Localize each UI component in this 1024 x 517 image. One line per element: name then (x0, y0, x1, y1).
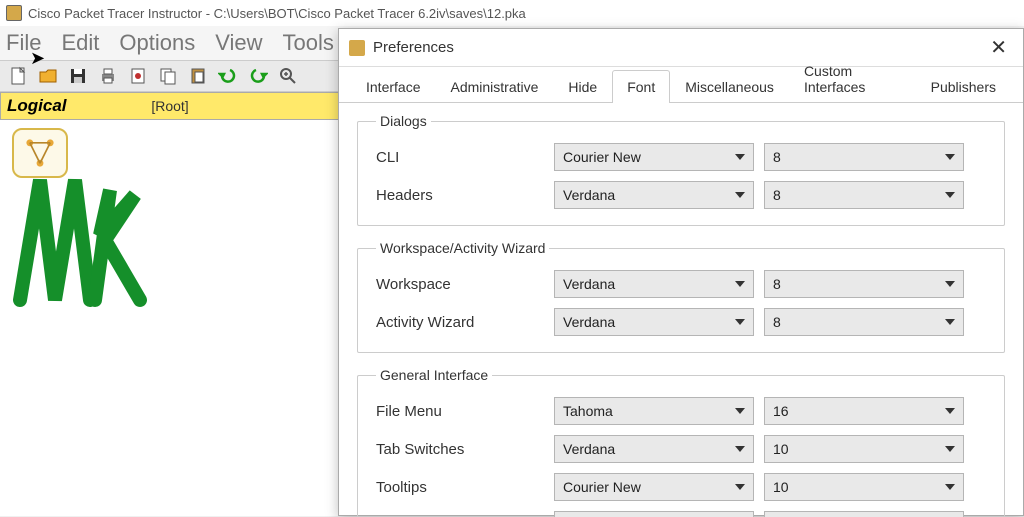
chevron-down-icon (945, 319, 955, 325)
select-button-labels-font[interactable]: Verdana (554, 511, 754, 517)
zoom-in-button[interactable] (274, 63, 302, 89)
select-activity-wizard-size[interactable]: 8 (764, 308, 964, 336)
select-cli-size[interactable]: 8 (764, 143, 964, 171)
dialog-titlebar[interactable]: Preferences ✕ (339, 29, 1023, 67)
row-cli: CLI Courier New 8 (376, 143, 986, 171)
menu-options[interactable]: Options (119, 30, 195, 56)
select-tab-switches-size[interactable]: 10 (764, 435, 964, 463)
chevron-down-icon (735, 319, 745, 325)
menu-edit[interactable]: Edit (61, 30, 99, 56)
chevron-down-icon (735, 281, 745, 287)
chevron-down-icon (735, 192, 745, 198)
menu-tools[interactable]: Tools (283, 30, 334, 56)
select-file-menu-size[interactable]: 16 (764, 397, 964, 425)
select-headers-font[interactable]: Verdana (554, 181, 754, 209)
select-button-labels-size[interactable]: 8 (764, 511, 964, 517)
tab-font[interactable]: Font (612, 70, 670, 103)
save-button[interactable] (64, 63, 92, 89)
main-titlebar: Cisco Packet Tracer Instructor - C:\User… (0, 0, 1024, 26)
tab-administrative[interactable]: Administrative (435, 70, 553, 103)
paste-button[interactable] (184, 63, 212, 89)
row-tab-switches: Tab Switches Verdana 10 (376, 435, 986, 463)
dialog-tabs: Interface Administrative Hide Font Misce… (339, 67, 1023, 103)
tab-logical-label: Logical (1, 96, 67, 116)
select-tooltips-size[interactable]: 10 (764, 473, 964, 501)
menu-file[interactable]: File (6, 30, 41, 56)
tab-custom-interfaces[interactable]: Custom Interfaces (789, 54, 916, 103)
select-cli-font[interactable]: Courier New (554, 143, 754, 171)
copy-button[interactable] (154, 63, 182, 89)
chevron-down-icon (735, 408, 745, 414)
legend-workspace-wizard: Workspace/Activity Wizard (376, 240, 549, 256)
label-tab-switches: Tab Switches (376, 441, 554, 458)
label-file-menu: File Menu (376, 403, 554, 420)
select-file-menu-font[interactable]: Tahoma (554, 397, 754, 425)
group-dialogs: Dialogs CLI Courier New 8 Headers Verdan… (357, 113, 1005, 226)
close-icon[interactable]: ✕ (984, 33, 1013, 62)
chevron-down-icon (945, 484, 955, 490)
chevron-down-icon (945, 281, 955, 287)
label-headers: Headers (376, 187, 554, 204)
row-headers: Headers Verdana 8 (376, 181, 986, 209)
open-file-button[interactable] (34, 63, 62, 89)
tab-logical[interactable]: Logical [Root] (0, 92, 340, 120)
chevron-down-icon (945, 154, 955, 160)
row-activity-wizard: Activity Wizard Verdana 8 (376, 308, 986, 336)
undo-button[interactable] (214, 63, 242, 89)
row-file-menu: File Menu Tahoma 16 (376, 397, 986, 425)
tab-publishers[interactable]: Publishers (916, 70, 1011, 103)
select-activity-wizard-font[interactable]: Verdana (554, 308, 754, 336)
label-tooltips: Tooltips (376, 479, 554, 496)
chevron-down-icon (735, 484, 745, 490)
window-title: Cisco Packet Tracer Instructor - C:\User… (28, 6, 526, 21)
redo-button[interactable] (244, 63, 272, 89)
select-workspace-size[interactable]: 8 (764, 270, 964, 298)
group-workspace-wizard: Workspace/Activity Wizard Workspace Verd… (357, 240, 1005, 353)
chevron-down-icon (945, 408, 955, 414)
group-general-interface: General Interface File Menu Tahoma 16 Ta… (357, 367, 1005, 517)
select-workspace-font[interactable]: Verdana (554, 270, 754, 298)
chevron-down-icon (735, 446, 745, 452)
chevron-down-icon (945, 192, 955, 198)
workspace-canvas[interactable] (0, 120, 340, 516)
tab-hide[interactable]: Hide (553, 70, 612, 103)
legend-dialogs: Dialogs (376, 113, 431, 129)
select-headers-size[interactable]: 8 (764, 181, 964, 209)
preferences-dialog: Preferences ✕ Interface Administrative H… (338, 28, 1024, 516)
annotation-scribble (0, 140, 160, 340)
label-workspace: Workspace (376, 276, 554, 293)
tab-interface[interactable]: Interface (351, 70, 435, 103)
print-button[interactable] (94, 63, 122, 89)
label-activity-wizard: Activity Wizard (376, 314, 554, 331)
legend-general-interface: General Interface (376, 367, 492, 383)
activity-wizard-button[interactable] (124, 63, 152, 89)
tab-miscellaneous[interactable]: Miscellaneous (670, 70, 789, 103)
row-tooltips: Tooltips Courier New 10 (376, 473, 986, 501)
app-icon (6, 5, 22, 21)
new-file-button[interactable] (4, 63, 32, 89)
row-button-labels: Button/Labels Verdana 8 (376, 511, 986, 517)
breadcrumb-root[interactable]: [Root] (151, 98, 188, 114)
row-workspace: Workspace Verdana 8 (376, 270, 986, 298)
chevron-down-icon (735, 154, 745, 160)
dialog-app-icon (349, 40, 365, 56)
dialog-body: Dialogs CLI Courier New 8 Headers Verdan… (339, 103, 1023, 517)
chevron-down-icon (945, 446, 955, 452)
menu-view[interactable]: View (215, 30, 262, 56)
label-cli: CLI (376, 149, 554, 166)
select-tab-switches-font[interactable]: Verdana (554, 435, 754, 463)
select-tooltips-font[interactable]: Courier New (554, 473, 754, 501)
